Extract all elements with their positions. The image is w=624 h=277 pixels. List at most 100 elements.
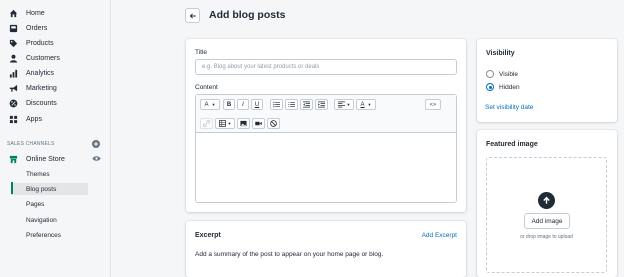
tag-icon <box>9 39 18 48</box>
insert-image-button[interactable] <box>237 118 250 129</box>
visibility-card: Visibility Visible Hidden Set visibility… <box>477 39 617 122</box>
font-style-dropdown[interactable]: A ▼ <box>200 99 220 110</box>
title-label: Title <box>195 49 208 56</box>
bullet-list-button[interactable] <box>270 99 283 110</box>
italic-icon: I <box>242 101 244 108</box>
link-button[interactable] <box>200 118 213 129</box>
bold-button[interactable]: B <box>223 99 235 110</box>
set-visibility-date-link[interactable]: Set visibility date <box>485 104 533 111</box>
featured-image-heading: Featured image <box>486 141 538 148</box>
table-dropdown[interactable]: ▼ <box>215 118 235 129</box>
add-excerpt-link[interactable]: Add Excerpt <box>422 232 457 239</box>
video-icon <box>255 121 262 126</box>
indent-icon <box>318 101 325 108</box>
sidebar-item-label: Orders <box>26 25 48 32</box>
sidebar-item-discounts[interactable]: Discounts <box>9 97 57 110</box>
indent-button[interactable] <box>315 99 328 110</box>
outdent-button[interactable] <box>300 99 313 110</box>
content-label: Content <box>195 84 218 91</box>
content-editor[interactable]: A ▼ B I U ▼ A ▼ <> ▼ <box>195 94 457 203</box>
outdent-icon <box>303 101 310 108</box>
sidebar-item-label: Online Store <box>26 156 65 163</box>
sidebar-subitem-themes[interactable]: Themes <box>26 168 49 180</box>
sidebar-item-analytics[interactable]: Analytics <box>9 67 54 80</box>
arrow-left-icon <box>189 13 196 18</box>
featured-image-card: Featured image Add image or drop image t… <box>477 130 617 277</box>
insert-video-button[interactable] <box>252 118 265 129</box>
post-editor-card: Title e.g. Blog about your latest produc… <box>186 39 466 212</box>
orders-icon <box>9 24 18 33</box>
discount-icon <box>9 99 18 108</box>
store-icon <box>9 155 18 164</box>
sidebar-item-label: Apps <box>26 116 42 123</box>
sidebar-item-label: Customers <box>26 55 60 62</box>
image-dropzone[interactable]: Add image or drop image to upload <box>486 157 607 273</box>
sidebar-item-label: Analytics <box>26 70 55 77</box>
editor-toolbar: A ▼ B I U ▼ A ▼ <> ▼ <box>196 95 456 133</box>
sidebar-item-orders[interactable]: Orders <box>9 22 47 35</box>
sidebar-item-label: Marketing <box>26 85 57 92</box>
bullet-list-icon <box>273 101 280 108</box>
visible-radio-label: Visible <box>499 70 519 78</box>
add-channel-plus-icon[interactable] <box>92 140 100 148</box>
sidebar-item-marketing[interactable]: Marketing <box>9 82 57 95</box>
sidebar-nav: Home Orders Products Customers Analytics… <box>0 0 111 277</box>
upload-arrow-icon <box>538 192 555 209</box>
numbered-list-button[interactable] <box>285 99 298 110</box>
visibility-heading: Visibility <box>486 50 515 57</box>
sidebar-item-label: Discounts <box>26 100 57 107</box>
page-title: Add blog posts <box>209 9 286 21</box>
image-icon <box>240 120 247 127</box>
excerpt-heading: Excerpt <box>195 232 221 239</box>
sidebar-subitem-blog-posts[interactable]: Blog posts <box>11 183 88 195</box>
clear-format-button[interactable] <box>267 118 280 129</box>
sidebar-subitem-pages[interactable]: Pages <box>26 198 44 210</box>
add-image-button[interactable]: Add image <box>524 213 570 229</box>
underline-button[interactable]: U <box>251 99 263 110</box>
hidden-radio-label: Hidden <box>499 83 520 91</box>
chevron-down-icon: ▼ <box>211 102 216 107</box>
radio-unchecked-icon <box>486 70 494 78</box>
megaphone-icon <box>9 84 18 93</box>
sidebar-item-home[interactable]: Home <box>9 7 45 20</box>
bold-icon: B <box>226 101 232 108</box>
numbered-list-icon <box>288 101 295 108</box>
sidebar-item-label: Home <box>26 10 45 17</box>
italic-button[interactable]: I <box>237 99 249 110</box>
clear-format-icon <box>270 120 277 127</box>
html-toggle-button[interactable]: <> <box>425 99 441 110</box>
visible-radio[interactable]: Visible <box>486 70 518 78</box>
font-a-icon: A <box>204 101 209 108</box>
sidebar-item-products[interactable]: Products <box>9 37 54 50</box>
text-color-icon: A <box>360 101 365 108</box>
active-indicator <box>11 182 13 194</box>
person-icon <box>9 54 18 63</box>
chevron-down-icon: ▼ <box>367 102 372 107</box>
sidebar-subitem-navigation[interactable]: Navigation <box>26 214 57 226</box>
sales-channels-heading: SALES CHANNELS <box>7 141 55 147</box>
underline-icon: U <box>254 101 260 108</box>
sidebar-item-apps[interactable]: Apps <box>9 113 42 126</box>
sidebar-subitem-preferences[interactable]: Preferences <box>26 229 61 241</box>
bar-chart-icon <box>9 69 18 78</box>
align-dropdown[interactable]: ▼ <box>334 99 354 110</box>
title-input[interactable]: e.g. Blog about your latest products or … <box>195 59 457 75</box>
excerpt-card: Excerpt Add Excerpt Add a summary of the… <box>186 221 466 277</box>
text-color-dropdown[interactable]: A ▼ <box>356 99 376 110</box>
radio-checked-icon <box>486 83 494 91</box>
align-left-icon <box>337 101 345 108</box>
chevron-down-icon: ▼ <box>227 121 232 126</box>
sidebar-item-online-store[interactable]: Online Store <box>9 153 65 166</box>
sidebar-item-label: Products <box>26 40 54 47</box>
title-placeholder: e.g. Blog about your latest products or … <box>202 64 320 70</box>
back-button[interactable] <box>185 8 200 23</box>
link-icon <box>203 120 210 127</box>
sidebar-item-customers[interactable]: Customers <box>9 52 60 65</box>
chevron-down-icon: ▼ <box>346 102 351 107</box>
home-icon <box>9 9 18 18</box>
hidden-radio[interactable]: Hidden <box>486 83 520 91</box>
apps-icon <box>9 115 18 124</box>
excerpt-description: Add a summary of the post to appear on y… <box>195 251 384 258</box>
view-store-eye-icon[interactable] <box>92 155 101 162</box>
table-icon <box>218 120 226 127</box>
